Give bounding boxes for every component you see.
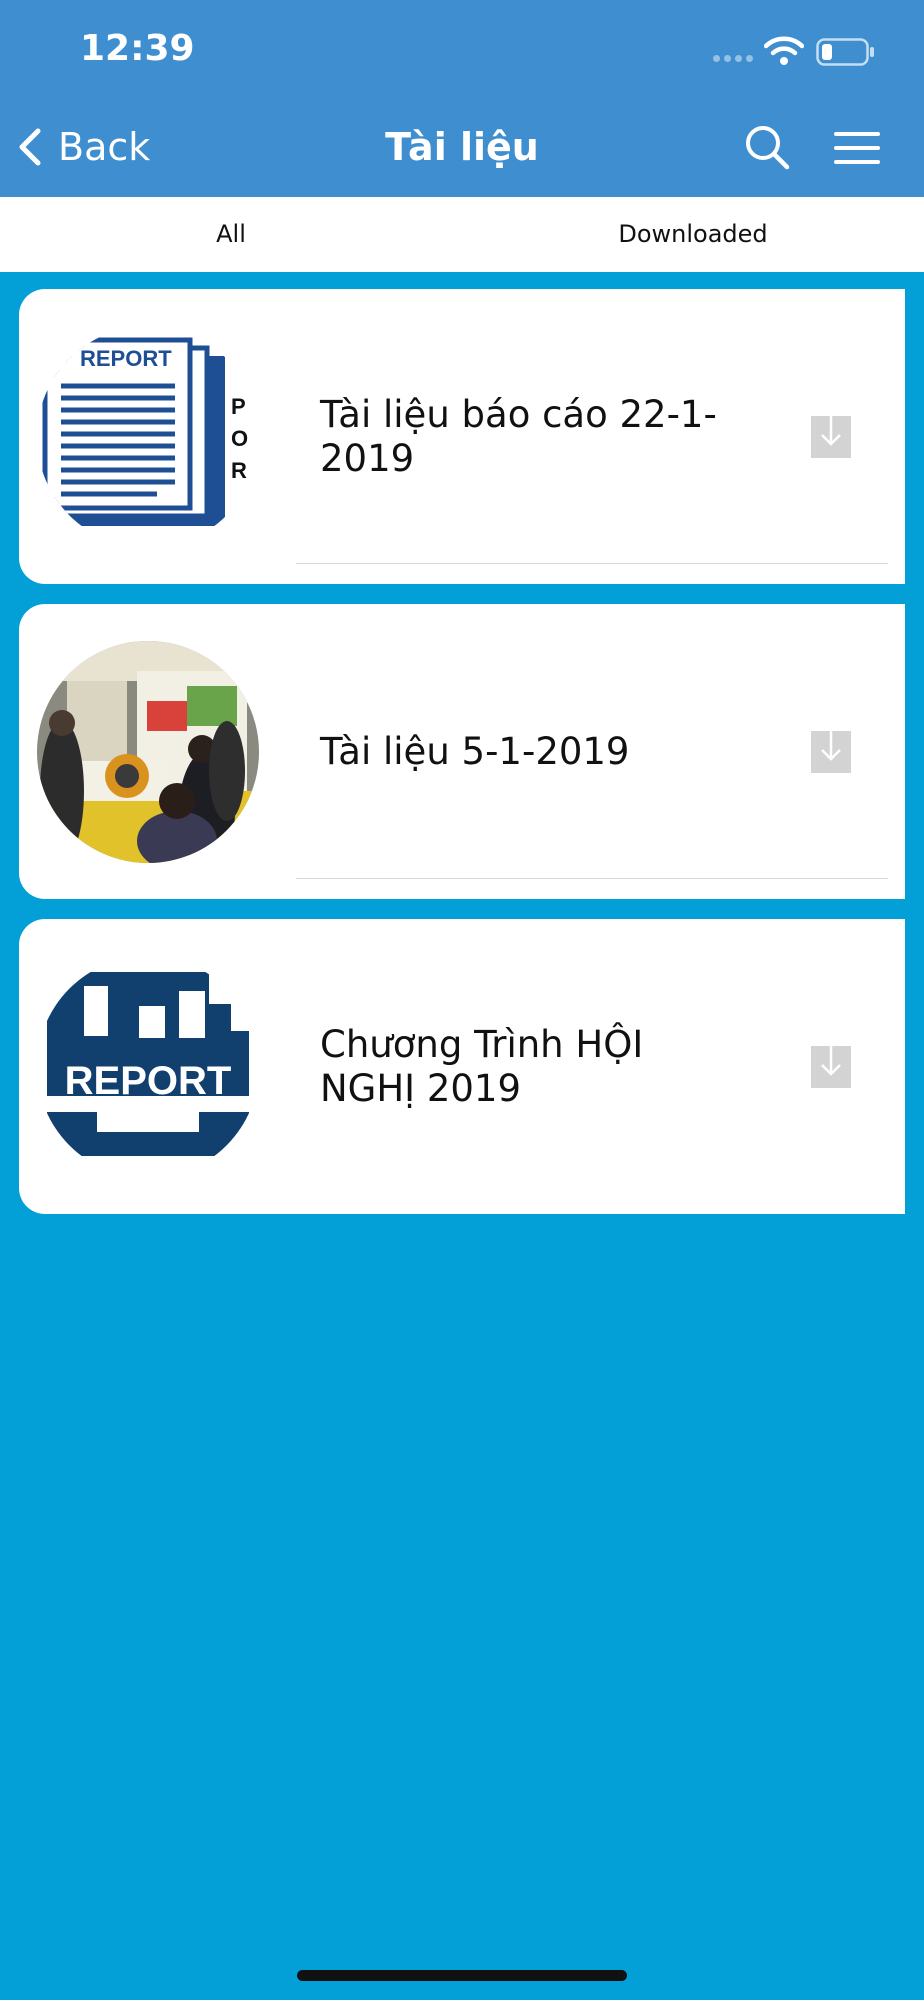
menu-icon[interactable]	[832, 128, 882, 168]
row-divider	[296, 563, 888, 564]
document-title: Tài liệu báo cáo 22-1-2019	[320, 392, 717, 480]
back-label: Back	[58, 125, 151, 169]
home-indicator[interactable]	[297, 1970, 627, 1981]
tab-downloaded[interactable]: Downloaded	[462, 197, 924, 272]
wifi-icon	[764, 36, 804, 65]
cellular-signal-icon	[713, 55, 753, 62]
chevron-left-icon	[19, 128, 41, 166]
document-item[interactable]: REPORT Chương Trình HỘI NGHỊ 2019	[19, 919, 905, 1214]
tab-bar: All Downloaded	[0, 197, 924, 272]
document-thumbnail: REPORT POR	[37, 326, 259, 548]
back-button[interactable]: Back	[14, 120, 150, 174]
battery-icon	[816, 38, 874, 66]
document-title: Tài liệu 5-1-2019	[320, 729, 630, 773]
document-item[interactable]: REPORT POR Tài liệu báo cáo 22-1-2019	[19, 289, 905, 584]
download-icon[interactable]	[811, 1044, 851, 1088]
document-thumbnail: REPORT	[37, 956, 259, 1178]
thumb-side-letters: POR	[231, 394, 249, 483]
document-item[interactable]: Tài liệu 5-1-2019	[19, 604, 905, 899]
download-icon[interactable]	[811, 729, 851, 773]
status-time: 12:39	[80, 28, 195, 69]
thumb-report-label: REPORT	[80, 346, 172, 371]
top-bar: 12:39 Back Tài liệu	[0, 0, 924, 197]
conference-photo	[37, 641, 259, 863]
thumb-report-label: REPORT	[64, 1059, 232, 1103]
row-divider	[296, 878, 888, 879]
download-icon[interactable]	[811, 414, 851, 458]
document-thumbnail	[37, 641, 259, 863]
tab-all[interactable]: All	[0, 197, 462, 272]
document-title: Chương Trình HỘI NGHỊ 2019	[320, 1022, 644, 1110]
search-icon[interactable]	[742, 122, 792, 172]
